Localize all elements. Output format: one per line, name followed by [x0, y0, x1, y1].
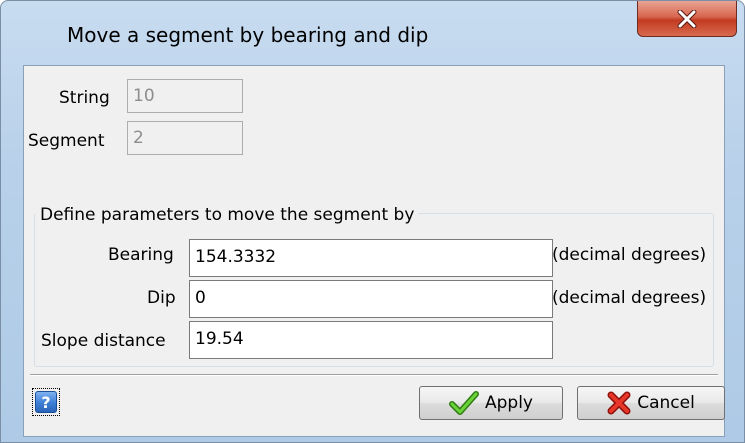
dip-unit: (decimal degrees)	[552, 288, 707, 308]
segment-label: Segment	[28, 131, 105, 151]
string-field: 10	[127, 79, 243, 113]
dip-label: Dip	[147, 288, 176, 308]
help-button[interactable]: ?	[32, 388, 60, 416]
string-label: String	[59, 88, 110, 108]
apply-button[interactable]: Apply	[419, 386, 563, 420]
close-button[interactable]	[637, 1, 737, 37]
dialog-body: String 10 Segment 2 Define parameters to…	[23, 65, 725, 437]
title-bar[interactable]: Move a segment by bearing and dip	[1, 1, 744, 65]
segment-field: 2	[127, 121, 243, 155]
bearing-input[interactable]: 154.3332	[189, 239, 553, 277]
cancel-label: Cancel	[637, 393, 695, 413]
slope-distance-label: Slope distance	[41, 331, 166, 351]
dip-input[interactable]: 0	[189, 280, 553, 318]
close-icon	[677, 9, 697, 28]
red-x-icon	[607, 391, 631, 415]
cancel-button[interactable]: Cancel	[577, 386, 725, 420]
parameters-group-title: Define parameters to move the segment by	[36, 205, 419, 225]
dialog-window: Move a segment by bearing and dip String…	[0, 0, 745, 443]
apply-label: Apply	[485, 393, 533, 413]
bearing-unit: (decimal degrees)	[552, 245, 707, 265]
window-title: Move a segment by bearing and dip	[67, 23, 429, 47]
checkmark-icon	[449, 391, 479, 415]
button-divider	[30, 374, 718, 376]
help-icon: ?	[35, 391, 57, 413]
slope-distance-input[interactable]: 19.54	[189, 321, 553, 359]
bearing-label: Bearing	[108, 245, 174, 265]
